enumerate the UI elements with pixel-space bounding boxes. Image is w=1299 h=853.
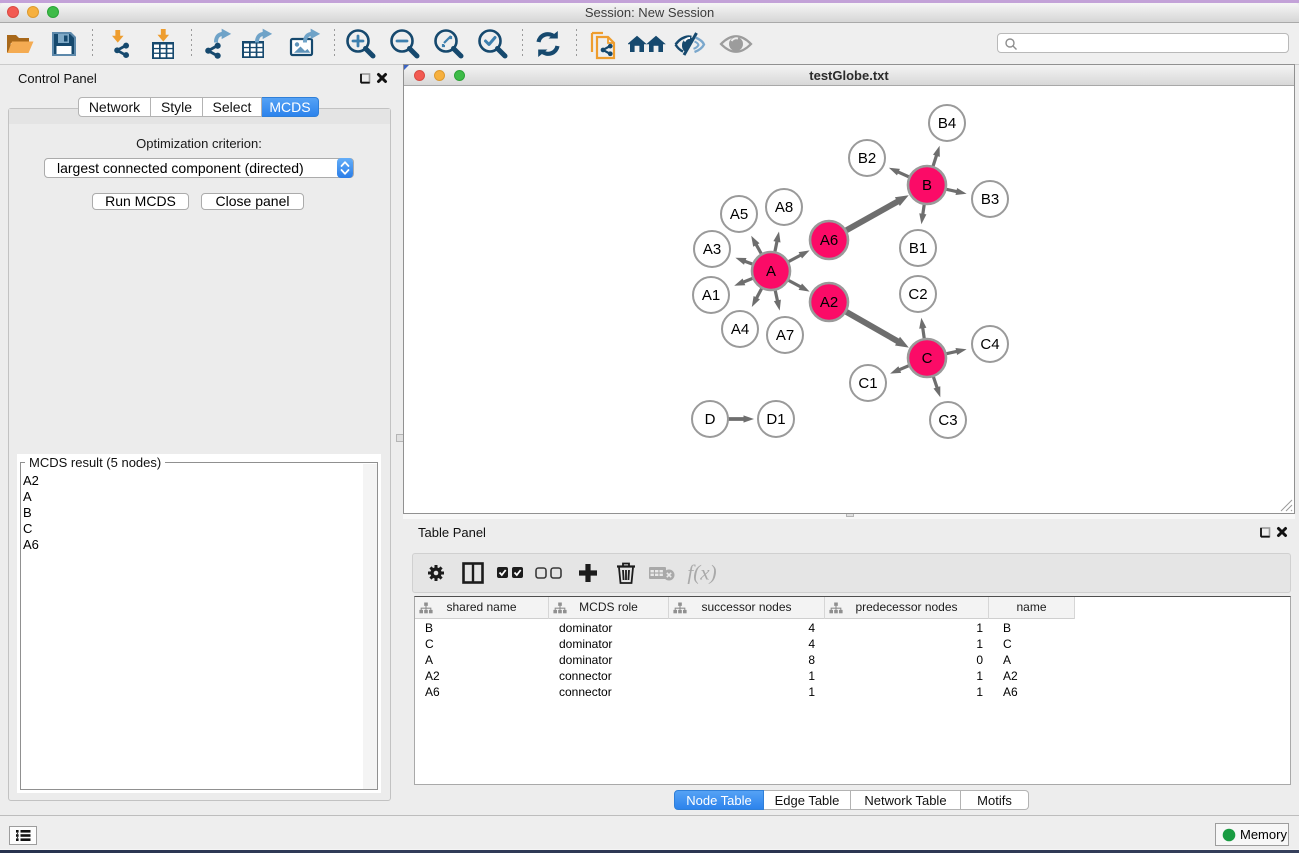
svg-text:C3: C3 bbox=[938, 412, 957, 429]
svg-text:A8: A8 bbox=[775, 199, 793, 216]
svg-text:C4: C4 bbox=[980, 336, 999, 353]
svg-text:A6: A6 bbox=[820, 232, 838, 249]
svg-text:D: D bbox=[705, 411, 716, 428]
svg-text:A: A bbox=[766, 263, 776, 280]
svg-text:A2: A2 bbox=[820, 294, 838, 311]
svg-text:A1: A1 bbox=[702, 287, 720, 304]
svg-text:A5: A5 bbox=[730, 206, 748, 223]
svg-text:B3: B3 bbox=[981, 191, 999, 208]
svg-text:A3: A3 bbox=[703, 241, 721, 258]
svg-text:C: C bbox=[922, 350, 933, 367]
svg-text:C2: C2 bbox=[908, 286, 927, 303]
svg-text:D1: D1 bbox=[766, 411, 785, 428]
svg-text:B4: B4 bbox=[938, 115, 956, 132]
svg-text:B1: B1 bbox=[909, 240, 927, 257]
svg-text:C1: C1 bbox=[858, 375, 877, 392]
svg-text:A4: A4 bbox=[731, 321, 749, 338]
svg-text:A7: A7 bbox=[776, 327, 794, 344]
svg-text:B2: B2 bbox=[858, 150, 876, 167]
svg-text:B: B bbox=[922, 177, 932, 194]
